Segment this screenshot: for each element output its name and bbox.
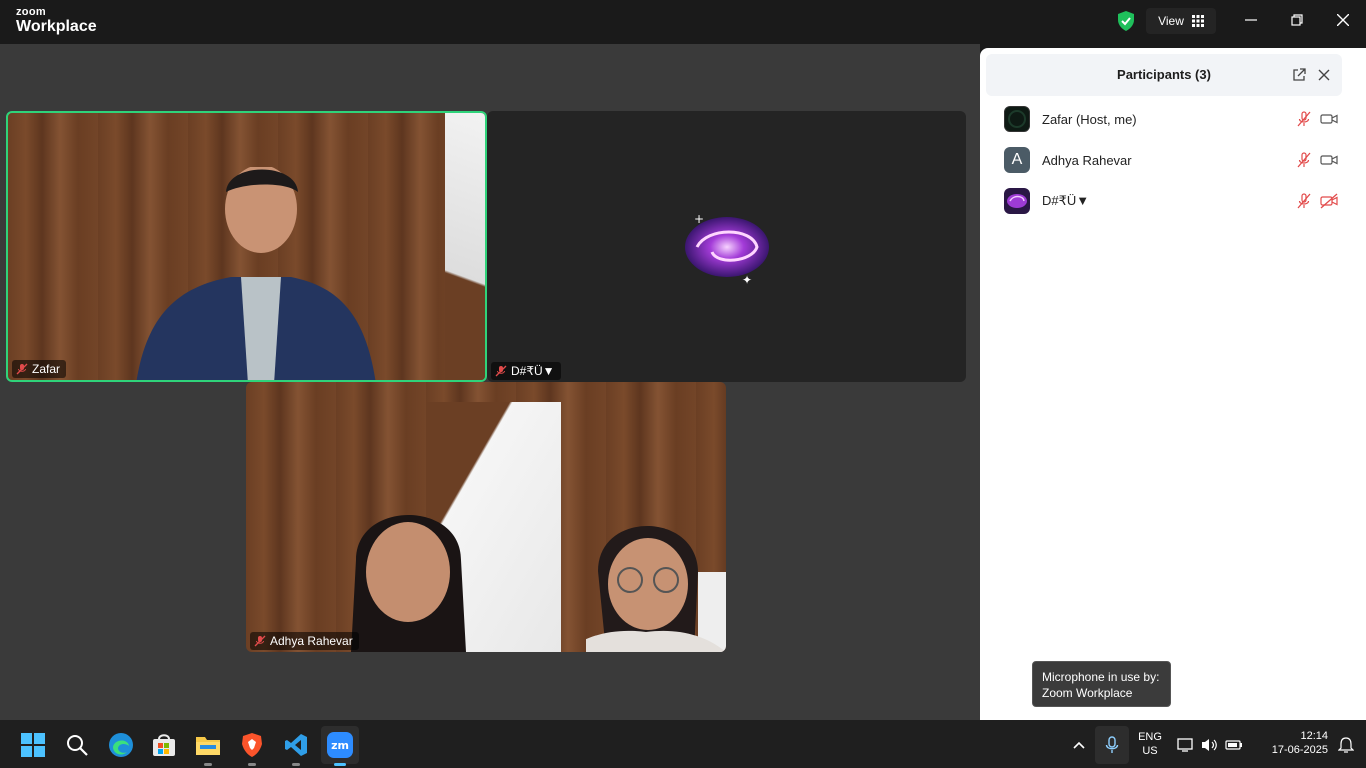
- close-panel-icon[interactable]: [1318, 69, 1330, 81]
- participant-row-adhya[interactable]: A Adhya Rahevar: [1004, 145, 1344, 175]
- title-bar: zoom Workplace View: [0, 0, 1366, 44]
- microphone-in-use-tooltip: Microphone in use by: Zoom Workplace: [1032, 661, 1171, 707]
- show-hidden-icons-button[interactable]: [1064, 726, 1094, 764]
- avatar: [1004, 188, 1030, 214]
- participants-panel-header: Participants (3): [986, 54, 1342, 96]
- edge-browser-icon: [109, 733, 133, 757]
- mic-muted-icon[interactable]: [1296, 193, 1312, 209]
- name-tag-adhya: Adhya Rahevar: [250, 632, 359, 650]
- edge-taskbar-button[interactable]: [102, 726, 140, 764]
- video-tile-zafar[interactable]: Zafar: [6, 111, 487, 382]
- avatar: [1004, 106, 1030, 132]
- vscode-taskbar-button[interactable]: [277, 726, 315, 766]
- windows-logo-icon: [21, 733, 45, 757]
- restore-icon: [1291, 14, 1303, 26]
- mic-muted-icon: [16, 363, 28, 375]
- grid-icon: [1191, 15, 1204, 27]
- avatar: A: [1004, 147, 1030, 173]
- running-indicator: [248, 763, 256, 766]
- microphone-icon: [1105, 736, 1119, 753]
- participant-row-participant-3[interactable]: D#₹Ü▼: [1004, 186, 1344, 216]
- wall-corner: [445, 113, 485, 380]
- running-indicator: [204, 763, 212, 766]
- search-icon: [67, 735, 88, 756]
- running-indicator: [292, 763, 300, 766]
- tile-name: Adhya Rahevar: [270, 634, 353, 648]
- person-silhouette-1: [351, 515, 466, 652]
- microphone-in-use-button[interactable]: [1095, 726, 1129, 764]
- person-silhouette-zafar: [136, 167, 376, 380]
- video-camera-icon[interactable]: [1320, 152, 1338, 168]
- zoom-taskbar-button[interactable]: zm: [321, 726, 359, 766]
- galaxy-avatar-icon: [1007, 194, 1027, 208]
- video-tile-adhya[interactable]: Adhya Rahevar: [246, 382, 726, 652]
- keyboard-layout: US: [1142, 745, 1158, 757]
- search-button[interactable]: [58, 726, 96, 764]
- participant-row-zafar[interactable]: Zafar (Host, me): [1004, 104, 1344, 134]
- store-taskbar-button[interactable]: [145, 726, 183, 764]
- close-button[interactable]: [1331, 10, 1355, 30]
- restore-button[interactable]: [1285, 10, 1309, 30]
- start-button[interactable]: [14, 726, 52, 764]
- participant-name: D#₹Ü▼: [1042, 193, 1090, 208]
- network-icon: [1177, 738, 1193, 752]
- brave-taskbar-button[interactable]: [233, 726, 271, 766]
- mic-muted-icon: [495, 365, 507, 377]
- avatar-letter: A: [1011, 151, 1023, 168]
- notifications-button[interactable]: [1331, 726, 1361, 764]
- mic-muted-icon: [254, 635, 266, 647]
- windows-taskbar: zm ENG US 12:14 17-06-2025: [0, 720, 1366, 768]
- language-code: ENG: [1138, 731, 1162, 743]
- volume-icon: [1202, 739, 1217, 751]
- brave-browser-icon: [242, 733, 262, 757]
- chevron-up-icon: [1073, 741, 1085, 749]
- tooltip-line-2: Zoom Workplace: [1042, 686, 1133, 700]
- participants-title: Participants (3): [1117, 67, 1211, 82]
- close-icon: [1337, 14, 1349, 26]
- mic-muted-icon[interactable]: [1296, 111, 1312, 127]
- battery-icon: [1225, 740, 1242, 750]
- clock-time: 12:14: [1300, 730, 1328, 742]
- video-stage: Zafar + ✦ D#₹Ü▼ Adhya Rahevar: [0, 44, 980, 720]
- svg-text:+: +: [694, 212, 704, 226]
- svg-text:✦: ✦: [742, 273, 752, 287]
- zoom-app-icon: zm: [327, 732, 353, 758]
- tile-name: D#₹Ü▼: [511, 364, 555, 378]
- minimize-icon: [1245, 19, 1257, 21]
- clock-date: 17-06-2025: [1271, 744, 1328, 756]
- notification-bell-icon: [1338, 737, 1354, 753]
- name-tag-participant-3: D#₹Ü▼: [491, 362, 561, 380]
- participants-panel: Participants (3) Zafar (Host, me) A Adhy…: [980, 48, 1366, 720]
- clock[interactable]: 12:14 17-06-2025: [1256, 729, 1328, 757]
- security-shield-icon[interactable]: [1116, 10, 1136, 32]
- video-camera-icon[interactable]: [1320, 111, 1338, 127]
- video-off-icon[interactable]: [1320, 193, 1338, 209]
- participant-name: Zafar (Host, me): [1042, 111, 1137, 127]
- logo-bottom-text: Workplace: [16, 18, 97, 35]
- microsoft-store-icon: [153, 734, 175, 756]
- mic-muted-icon[interactable]: [1296, 152, 1312, 168]
- active-indicator: [334, 763, 346, 766]
- quick-settings-button[interactable]: [1174, 726, 1246, 764]
- avatar-ring-icon: [1008, 110, 1026, 128]
- name-tag-zafar: Zafar: [12, 360, 67, 378]
- tooltip-line-1: Microphone in use by:: [1042, 670, 1160, 684]
- svg-text:zm: zm: [331, 739, 349, 752]
- folder-icon: [196, 737, 220, 755]
- person-silhouette-2: [586, 526, 726, 652]
- galaxy-avatar-image: + ✦: [685, 212, 769, 287]
- view-label: View: [1158, 14, 1184, 28]
- logo-top-text: zoom: [16, 6, 46, 18]
- file-explorer-taskbar-button[interactable]: [189, 726, 227, 766]
- tile-name: Zafar: [32, 362, 61, 376]
- vscode-icon: [285, 734, 307, 756]
- view-button[interactable]: View: [1146, 8, 1216, 34]
- pop-out-icon[interactable]: [1292, 68, 1306, 82]
- video-tile-participant-3[interactable]: + ✦ D#₹Ü▼: [487, 111, 966, 382]
- minimize-button[interactable]: [1239, 10, 1263, 30]
- language-indicator[interactable]: ENG US: [1133, 730, 1167, 758]
- participant-name: Adhya Rahevar: [1042, 152, 1132, 168]
- zoom-logo: zoom Workplace: [16, 7, 97, 35]
